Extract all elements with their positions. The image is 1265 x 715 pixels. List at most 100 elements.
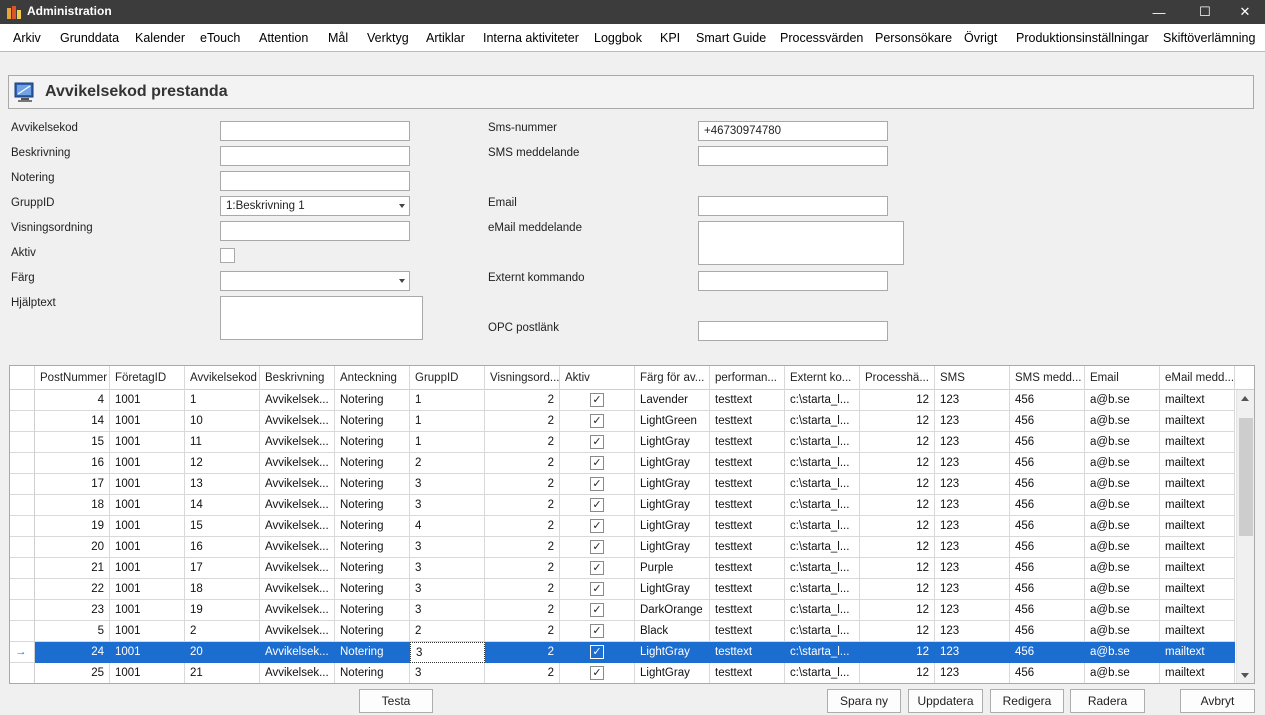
grid-column-header[interactable]: eMail medd...	[1160, 366, 1235, 390]
table-cell[interactable]: a@b.se	[1085, 642, 1160, 663]
table-cell[interactable]: 2	[485, 453, 560, 474]
table-cell[interactable]: ✓	[560, 579, 635, 600]
table-cell[interactable]: a@b.se	[1085, 579, 1160, 600]
table-cell[interactable]: mailtext	[1160, 621, 1235, 642]
table-cell[interactable]: mailtext	[1160, 516, 1235, 537]
row-indicator[interactable]	[10, 516, 35, 537]
table-cell[interactable]: Avvikelsek...	[260, 453, 335, 474]
email-meddelande-textarea[interactable]	[698, 221, 904, 265]
table-cell[interactable]: 12	[860, 642, 935, 663]
table-cell[interactable]: LightGray	[635, 579, 710, 600]
hjalptext-textarea[interactable]	[220, 296, 423, 340]
table-cell[interactable]: mailtext	[1160, 411, 1235, 432]
table-cell[interactable]: 123	[935, 663, 1010, 683]
grid-column-header[interactable]: GruppID	[410, 366, 485, 390]
table-cell[interactable]: 12	[860, 390, 935, 411]
table-cell[interactable]: 1	[410, 390, 485, 411]
row-indicator[interactable]: →	[10, 642, 35, 663]
table-cell[interactable]: a@b.se	[1085, 516, 1160, 537]
table-cell[interactable]: 3	[410, 537, 485, 558]
table-cell[interactable]: mailtext	[1160, 474, 1235, 495]
opc-postlank-input[interactable]	[698, 321, 888, 341]
table-cell[interactable]: LightGray	[635, 474, 710, 495]
table-cell[interactable]: mailtext	[1160, 537, 1235, 558]
table-cell[interactable]: a@b.se	[1085, 537, 1160, 558]
table-cell[interactable]: 17	[185, 558, 260, 579]
row-indicator[interactable]	[10, 537, 35, 558]
table-cell[interactable]: Notering	[335, 453, 410, 474]
table-cell[interactable]: ✓	[560, 432, 635, 453]
table-cell[interactable]: testtext	[710, 495, 785, 516]
table-cell[interactable]: 456	[1010, 474, 1085, 495]
table-cell[interactable]: testtext	[710, 516, 785, 537]
scroll-up-icon[interactable]	[1241, 396, 1249, 401]
table-cell[interactable]: 456	[1010, 495, 1085, 516]
table-row[interactable]: 16 1001 12 Avvikelsek... Notering 2 2 ✓ LightGra…	[10, 453, 1236, 474]
row-indicator[interactable]	[10, 411, 35, 432]
table-cell[interactable]: 12	[185, 453, 260, 474]
row-indicator[interactable]	[10, 495, 35, 516]
table-row[interactable]: 19 1001 15 Avvikelsek... Notering 4 2 ✓ LightGra…	[10, 516, 1236, 537]
table-cell[interactable]: 2	[485, 558, 560, 579]
table-cell[interactable]: LightGreen	[635, 411, 710, 432]
data-grid[interactable]: PostNummer FöretagID Avvikelsekod Beskrivni…	[9, 365, 1255, 684]
table-row[interactable]: → 24 1001 20 Avvikelsek... Notering 3 2 ✓ LightGr…	[10, 642, 1236, 663]
table-cell[interactable]: mailtext	[1160, 390, 1235, 411]
table-cell[interactable]: 16	[35, 453, 110, 474]
gruppid-select[interactable]: 1:Beskrivning 1	[220, 196, 410, 216]
table-cell[interactable]: a@b.se	[1085, 495, 1160, 516]
table-cell[interactable]: ✓	[560, 474, 635, 495]
aktiv-checkbox-cell[interactable]: ✓	[590, 498, 604, 512]
table-cell[interactable]: 123	[935, 411, 1010, 432]
aktiv-checkbox[interactable]	[220, 248, 235, 263]
table-cell[interactable]: c:\starta_l...	[785, 390, 860, 411]
table-cell[interactable]: 15	[35, 432, 110, 453]
aktiv-checkbox-cell[interactable]: ✓	[590, 393, 604, 407]
table-cell[interactable]: Avvikelsek...	[260, 432, 335, 453]
table-cell[interactable]: 20	[35, 537, 110, 558]
table-row[interactable]: 21 1001 17 Avvikelsek... Notering 3 2 ✓ Purple te…	[10, 558, 1236, 579]
table-cell[interactable]: 18	[35, 495, 110, 516]
table-cell[interactable]: 12	[860, 516, 935, 537]
table-cell[interactable]: 24	[35, 642, 110, 663]
table-cell[interactable]: LightGray	[635, 453, 710, 474]
grid-column-header[interactable]: Anteckning	[335, 366, 410, 390]
table-cell[interactable]: 3	[410, 663, 485, 683]
row-indicator[interactable]	[10, 579, 35, 600]
table-cell[interactable]: 2	[485, 474, 560, 495]
menu-item-1[interactable]: Grunddata	[60, 24, 119, 52]
table-cell[interactable]: Notering	[335, 621, 410, 642]
table-cell[interactable]: mailtext	[1160, 558, 1235, 579]
table-cell[interactable]: 1001	[110, 621, 185, 642]
table-cell[interactable]: 456	[1010, 537, 1085, 558]
table-cell[interactable]: a@b.se	[1085, 600, 1160, 621]
table-cell[interactable]: ✓	[560, 558, 635, 579]
table-cell[interactable]: Notering	[335, 474, 410, 495]
table-cell[interactable]: 2	[485, 537, 560, 558]
notering-input[interactable]	[220, 171, 410, 191]
table-cell[interactable]: 21	[185, 663, 260, 683]
grid-column-header[interactable]: SMS	[935, 366, 1010, 390]
table-cell[interactable]: 1001	[110, 600, 185, 621]
menu-item-16[interactable]: Skiftöverlämning	[1163, 24, 1255, 52]
table-cell[interactable]: 456	[1010, 579, 1085, 600]
table-cell[interactable]: 123	[935, 390, 1010, 411]
table-cell[interactable]: LightGray	[635, 516, 710, 537]
table-cell[interactable]: testtext	[710, 642, 785, 663]
aktiv-checkbox-cell[interactable]: ✓	[590, 666, 604, 680]
table-cell[interactable]: Avvikelsek...	[260, 411, 335, 432]
table-cell[interactable]: Notering	[335, 411, 410, 432]
table-cell[interactable]: 456	[1010, 558, 1085, 579]
table-cell[interactable]: 456	[1010, 600, 1085, 621]
table-cell[interactable]: ✓	[560, 642, 635, 663]
menu-item-6[interactable]: Verktyg	[367, 24, 409, 52]
table-cell[interactable]: 1001	[110, 579, 185, 600]
aktiv-checkbox-cell[interactable]: ✓	[590, 624, 604, 638]
table-cell[interactable]: c:\starta_l...	[785, 537, 860, 558]
table-cell[interactable]: LightGray	[635, 642, 710, 663]
table-cell[interactable]: testtext	[710, 558, 785, 579]
table-cell[interactable]: 3	[410, 558, 485, 579]
redigera-button[interactable]: Redigera	[990, 689, 1064, 713]
table-cell[interactable]: testtext	[710, 411, 785, 432]
table-cell[interactable]: 10	[185, 411, 260, 432]
